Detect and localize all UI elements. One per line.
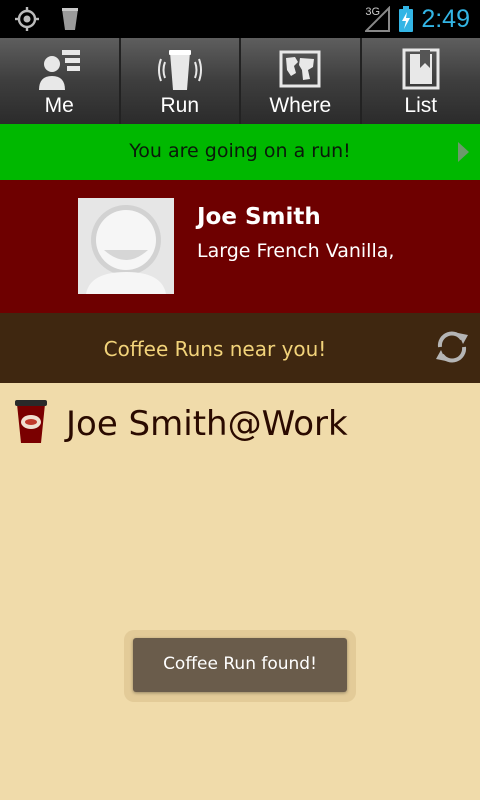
tab-list[interactable]: List (361, 38, 480, 124)
tab-run[interactable]: Run (120, 38, 239, 124)
nearby-runs-title: Coffee Runs near you! (103, 337, 327, 361)
nearby-runs-bar: Coffee Runs near you! (0, 313, 480, 383)
tab-bar: Me Run Where List (0, 38, 480, 124)
battery-charging-icon (399, 6, 414, 32)
toast: Coffee Run found! (133, 638, 347, 692)
signal-icon (365, 6, 391, 32)
gps-icon (15, 7, 39, 31)
tab-where[interactable]: Where (241, 38, 360, 124)
default-avatar-icon (78, 198, 174, 294)
tab-run-label: Run (160, 94, 200, 117)
list-item[interactable]: Joe Smith@Work (0, 396, 480, 456)
map-icon (279, 50, 321, 88)
arrow-right-icon (458, 142, 469, 162)
tab-me[interactable]: Me (0, 38, 119, 124)
notification-icons (14, 6, 80, 32)
tab-me-label: Me (44, 94, 74, 117)
profile-order: Large French Vanilla, (197, 240, 395, 262)
profile-name: Joe Smith (197, 204, 321, 230)
toast-text: Coffee Run found! (163, 654, 317, 674)
tab-list-label: List (404, 94, 438, 117)
signal-indicator: 3G (365, 6, 391, 32)
profile-card: Joe Smith Large French Vanilla, (0, 180, 480, 313)
clock: 2:49 (421, 5, 470, 33)
run-status-banner[interactable]: You are going on a run! (0, 124, 480, 180)
coffee-cup-icon (15, 400, 47, 443)
cup-notification-icon (62, 8, 78, 30)
refresh-icon[interactable] (432, 327, 472, 367)
run-cup-icon (157, 50, 202, 90)
status-bar: 3G 2:49 (0, 0, 480, 38)
avatar (78, 198, 174, 294)
run-name: Joe Smith@Work (66, 404, 348, 444)
list-bookmark-icon (402, 48, 440, 90)
tab-where-label: Where (269, 94, 332, 117)
contacts-icon (39, 50, 81, 90)
run-status-text: You are going on a run! (129, 140, 351, 162)
